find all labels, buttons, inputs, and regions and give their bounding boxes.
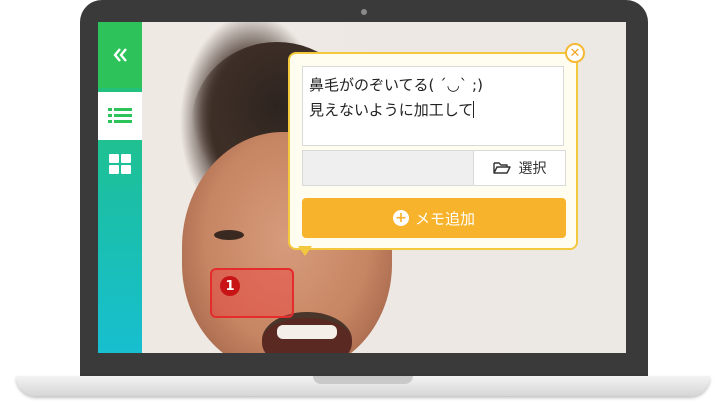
file-select-row: 選択	[302, 150, 566, 186]
memo-text: 鼻毛がのぞいてる( ´◡` ;) 見えないように加工して	[309, 76, 483, 119]
select-file-button[interactable]: 選択	[474, 150, 566, 186]
text-cursor	[473, 101, 475, 118]
plus-circle-icon: +	[392, 210, 409, 226]
photo-eye	[214, 230, 244, 240]
laptop-notch	[313, 376, 413, 384]
photo-teeth	[277, 325, 337, 339]
list-view-button[interactable]	[98, 92, 142, 140]
grid-view-button[interactable]	[98, 140, 142, 188]
memo-popup: 鼻毛がのぞいてる( ´◡` ;) 見えないように加工して 選択 + メモ追加	[288, 52, 578, 250]
memo-textarea[interactable]: 鼻毛がのぞいてる( ´◡` ;) 見えないように加工して	[302, 66, 564, 146]
close-popup-button[interactable]: ✕	[565, 43, 585, 63]
select-file-label: 選択	[518, 161, 547, 177]
add-memo-button[interactable]: + メモ追加	[302, 198, 566, 238]
grid-icon	[109, 154, 131, 174]
folder-open-icon	[492, 162, 511, 174]
collapse-button[interactable]	[98, 22, 142, 88]
app-screen: 1 鼻毛がのぞいてる( ´◡` ;) 見えないように加工して 選択 + メモ追加…	[98, 22, 626, 353]
marker-number-badge[interactable]: 1	[220, 276, 240, 296]
file-name-field[interactable]	[302, 150, 474, 186]
camera-dot	[361, 9, 367, 15]
double-chevron-left-icon	[113, 48, 127, 62]
sidebar	[98, 22, 142, 353]
popup-tail	[298, 246, 312, 256]
close-icon: ✕	[569, 45, 581, 61]
add-memo-label: メモ追加	[414, 209, 475, 228]
list-icon	[108, 108, 132, 123]
